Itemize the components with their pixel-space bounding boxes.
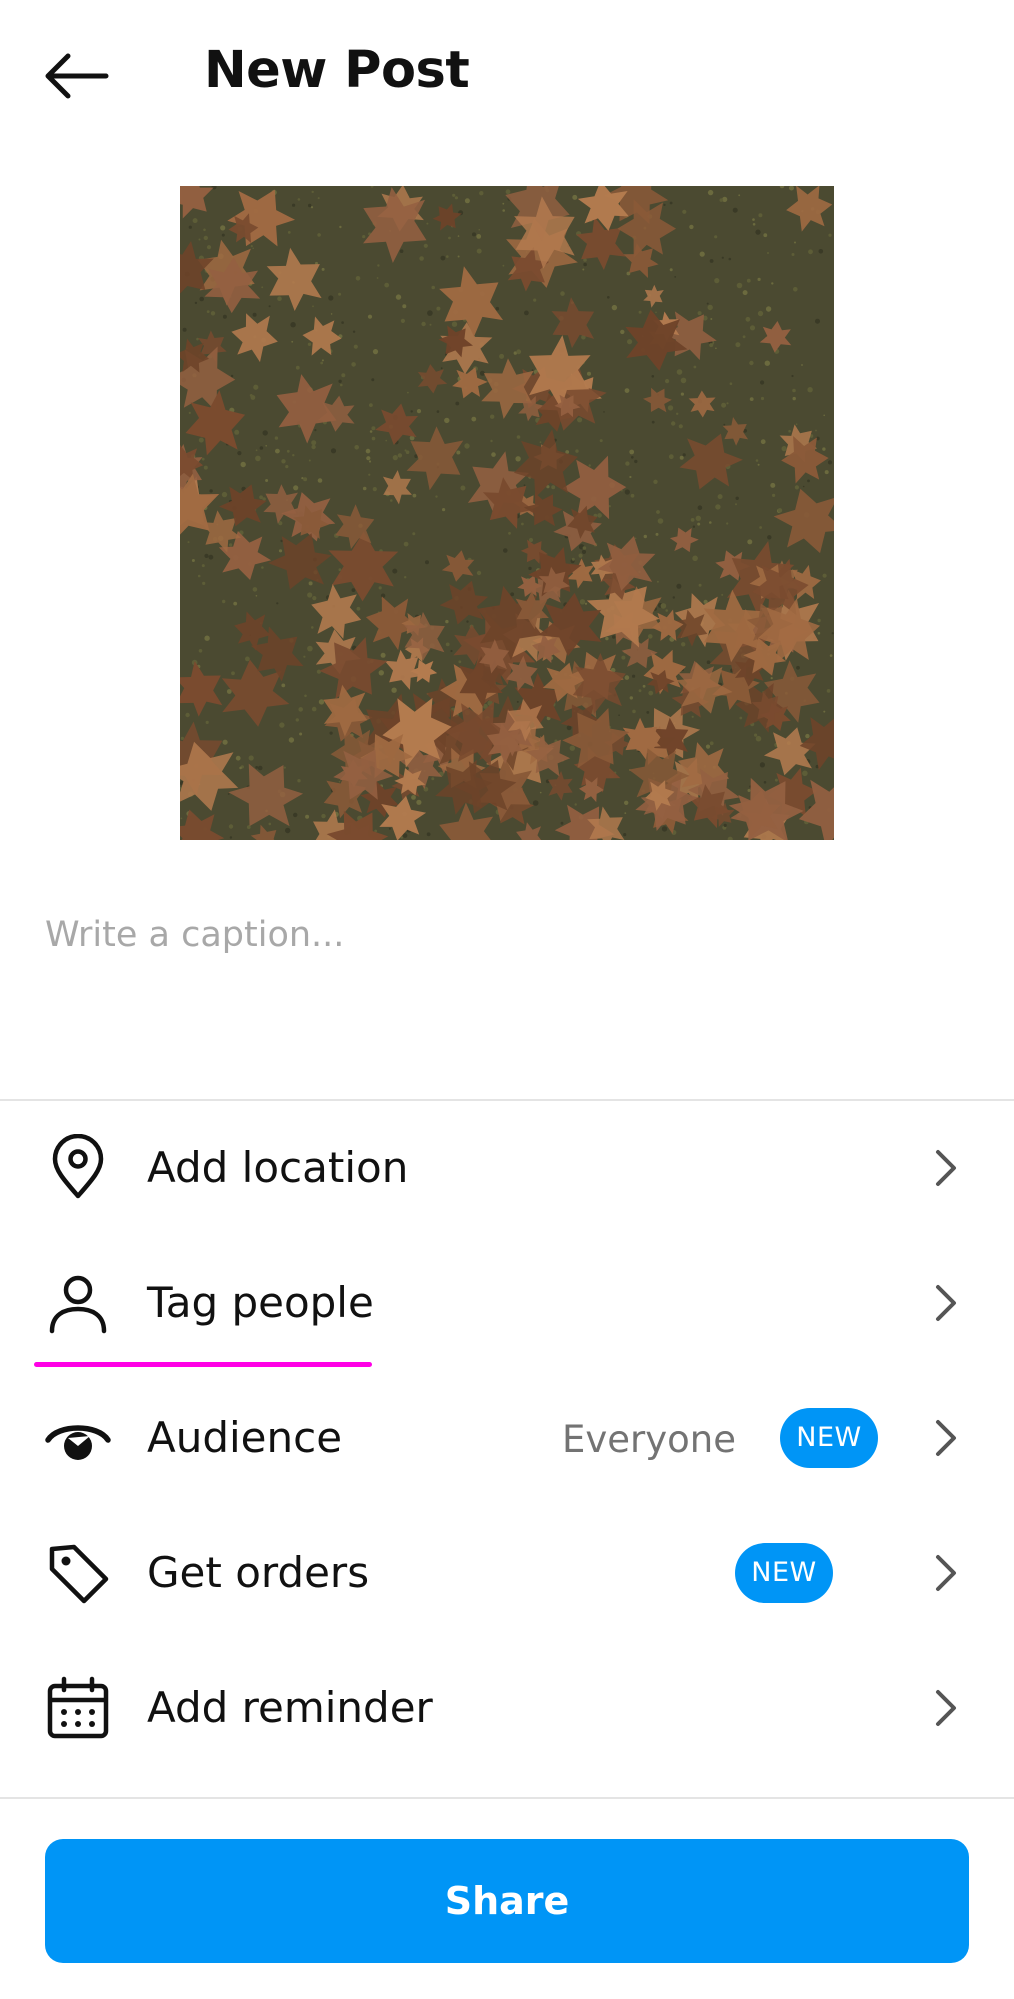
tag-people-label: Tag people <box>147 1278 374 1327</box>
new-badge: NEW <box>780 1408 878 1468</box>
divider <box>0 1099 1014 1101</box>
audience-row[interactable]: Audience Everyone NEW <box>0 1378 1014 1498</box>
eye-icon <box>44 1404 112 1472</box>
chevron-right-icon <box>922 1414 970 1462</box>
person-icon <box>44 1269 112 1337</box>
header: New Post <box>0 0 1014 140</box>
photo-thumbnail <box>180 186 834 840</box>
post-photo[interactable] <box>180 186 834 840</box>
back-button[interactable] <box>36 36 116 116</box>
new-post-screen: New Post Add location Tag people <box>0 0 1014 1999</box>
chevron-right-icon <box>922 1279 970 1327</box>
add-location-label: Add location <box>147 1143 409 1192</box>
audience-label: Audience <box>147 1413 343 1462</box>
calendar-icon <box>44 1674 112 1742</box>
chevron-right-icon <box>922 1684 970 1732</box>
caption-input[interactable] <box>45 900 975 970</box>
new-badge: NEW <box>735 1543 833 1603</box>
chevron-right-icon <box>922 1144 970 1192</box>
page-title: New Post <box>204 41 470 100</box>
get-orders-row[interactable]: Get orders NEW <box>0 1513 1014 1633</box>
add-reminder-row[interactable]: Add reminder <box>0 1648 1014 1768</box>
get-orders-label: Get orders <box>147 1548 370 1597</box>
audience-value: Everyone <box>562 1418 736 1461</box>
share-button[interactable]: Share <box>45 1839 969 1963</box>
tag-people-row[interactable]: Tag people <box>0 1243 1014 1363</box>
location-pin-icon <box>44 1133 112 1202</box>
add-location-row[interactable]: Add location <box>0 1108 1014 1228</box>
divider <box>0 1797 1014 1799</box>
arrow-left-icon <box>45 53 109 99</box>
chevron-right-icon <box>922 1549 970 1597</box>
highlight-underline <box>34 1362 372 1367</box>
add-reminder-label: Add reminder <box>147 1683 433 1732</box>
price-tag-icon <box>44 1539 112 1607</box>
